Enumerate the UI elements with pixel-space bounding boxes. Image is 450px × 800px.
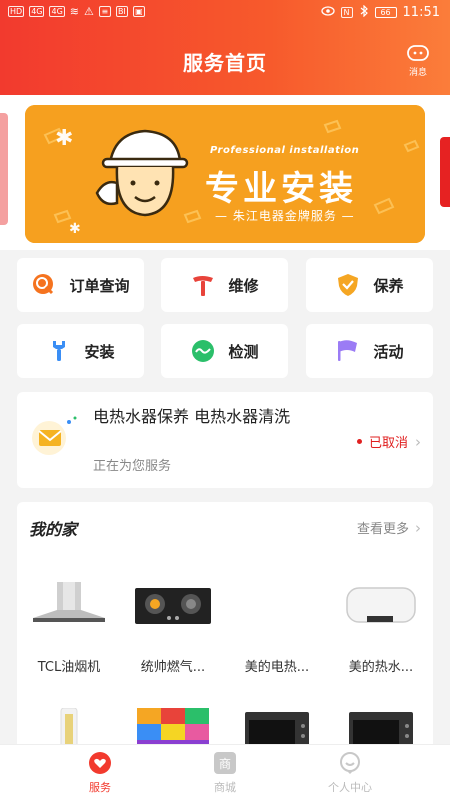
banner-prev-peek [0,113,8,225]
battery-icon: 66 [374,7,397,18]
service-repair[interactable]: 维修 [161,258,288,312]
my-home-card: 我的家 查看更多 › TCL油烟机 统帅燃气... 美的电热... 美的热水..… [17,502,433,762]
nav-tab-profile[interactable]: 个人中心 [300,751,400,795]
service-label: 维修 [228,276,259,295]
svg-text:✱: ✱ [55,126,73,151]
service-label: 保养 [373,276,404,295]
page-title: 服务首页 [183,51,267,75]
nav-label: 个人中心 [328,781,372,794]
banner-slide[interactable]: ✱ ✱ Professional installation 专业安装 — 朱江电… [25,105,425,243]
device-item[interactable] [17,580,121,758]
eye-icon [320,6,335,19]
service-label: 检测 [228,342,259,361]
envelope-icon [29,412,81,462]
service-label: 订单查询 [69,276,130,295]
order-title: 电热水器保养 电热水器清洗 [93,407,291,426]
profile-icon [340,752,360,774]
wrench-icon [46,338,72,364]
banner-next-peek [440,137,450,207]
banner-english-caption: Professional installation [210,145,360,156]
service-activity[interactable]: 活动 [306,324,433,378]
my-home-title: 我的家 [29,520,78,539]
status-dot-icon [356,439,362,444]
nav-label: 服务 [89,781,111,794]
nav-tab-service[interactable]: 服务 [50,751,150,795]
bluetooth-icon [359,4,369,20]
service-installation[interactable]: 安装 [17,324,144,378]
chevron-right-icon: › [415,432,421,451]
shield-icon [335,272,361,298]
order-state: 已取消 › [356,432,421,451]
svg-text:商: 商 [219,756,231,771]
signal-icon: 4G [29,6,45,17]
app-header: HD 4G 4G ≋ ⚠ ≡ BI ▣ N 66 11:51 服务首页 消息 [0,0,450,95]
service-inspection[interactable]: 检测 [161,324,288,378]
nfc-icon: N [340,7,353,18]
pulse-icon [190,338,216,364]
notification-icon: ≡ [98,6,111,17]
banner-carousel[interactable]: ✱ ✱ Professional installation 专业安装 — 朱江电… [0,95,450,250]
shop-icon: 商 [214,752,236,774]
bottom-navigation: 服务 商 商城 个人中心 [0,744,450,800]
flag-icon [335,338,361,364]
message-label: 消息 [408,68,427,78]
status-bar: HD 4G 4G ≋ ⚠ ≡ BI ▣ N 66 11:51 [0,0,450,26]
app-notification-icon: BI [115,6,128,17]
status-right: N 66 11:51 [320,4,440,20]
order-status-card[interactable]: 电热水器保养 电热水器清洗 正在为您服务 已取消 › [17,392,433,488]
signal-icon-2: 4G [49,6,65,17]
hd-indicator: HD [8,6,25,17]
view-more-link[interactable]: 查看更多 › [356,518,421,538]
banner-subtitle: — 朱江电器金牌服务 — [215,209,355,223]
worker-illustration [95,129,189,217]
status-left: HD 4G 4G ≋ ⚠ ≡ BI ▣ [8,5,145,18]
device-item[interactable] [225,580,329,756]
wifi-icon: ≋ [69,5,79,18]
nav-label: 商城 [214,781,236,794]
hammer-icon [190,272,216,298]
banner-title: 专业安装 [205,169,357,209]
service-label: 活动 [373,342,404,361]
order-subtitle: 正在为您服务 [93,459,172,474]
svg-text:✱: ✱ [69,221,81,237]
message-button[interactable]: 消息 [400,44,436,80]
device-item[interactable] [329,580,433,756]
alert-icon: ⚠ [84,5,94,18]
gallery-notification-icon: ▣ [132,6,145,17]
order-search-icon [31,272,57,298]
order-state-label: 已取消 [368,436,408,451]
nav-tab-shop[interactable]: 商 商城 [175,751,275,795]
service-order-query[interactable]: 订单查询 [17,258,144,312]
device-item[interactable] [121,580,225,754]
chevron-right-icon: › [415,518,421,537]
service-maintenance[interactable]: 保养 [306,258,433,312]
view-more-label: 查看更多 [356,522,409,537]
service-label: 安装 [84,342,115,361]
chat-bubble-icon [407,45,429,61]
heart-icon [89,752,111,774]
clock: 11:51 [402,5,440,20]
